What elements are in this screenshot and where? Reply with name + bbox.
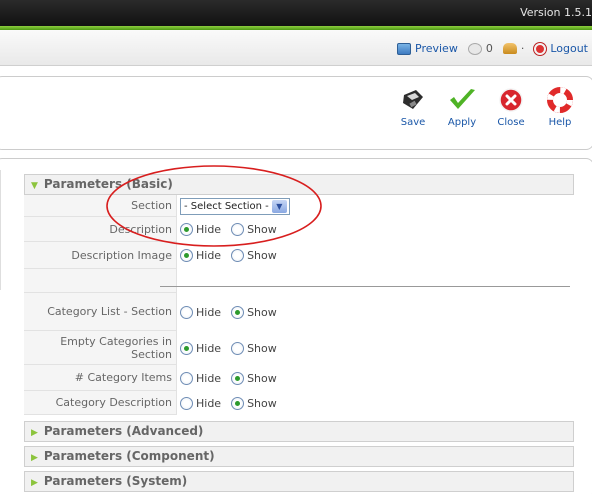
help-button[interactable]: Help [537, 87, 583, 128]
parameters-advanced-title: Parameters (Advanced) [43, 424, 204, 438]
radio-hide-label: Hide [196, 341, 222, 355]
expanded-arrow-icon: ▼ [31, 181, 38, 191]
messages-count: 0 [485, 42, 493, 55]
collapsed-arrow-icon: ▶ [31, 478, 38, 488]
radio-hide-label: Hide [196, 396, 222, 410]
radio-show-label: Show [247, 341, 277, 355]
radio-dot-icon [231, 341, 245, 355]
close-button[interactable]: Close [488, 87, 534, 128]
logout-label: Logout [550, 42, 588, 55]
logout-icon [534, 42, 547, 55]
logout-link[interactable]: Logout [534, 42, 588, 55]
radio-show[interactable]: Show [231, 249, 277, 262]
message-icon [467, 42, 482, 55]
radio-dot-icon [231, 249, 245, 262]
close-icon [499, 88, 523, 112]
help-label: Help [548, 117, 572, 128]
parameters-component-header[interactable]: ▶ Parameters (Component) [24, 446, 574, 467]
radio-show-label: Show [247, 371, 277, 385]
param-label-empty [24, 269, 177, 293]
collapsed-arrow-icon: ▶ [31, 428, 38, 438]
radio-hide[interactable]: Hide [180, 371, 222, 385]
messages-link[interactable]: 0 [467, 42, 493, 55]
radio-show-label: Show [247, 305, 277, 319]
radio-dot-icon [231, 396, 245, 410]
radio-hide[interactable]: Hide [180, 249, 221, 262]
users-count: · [520, 42, 525, 55]
lifebuoy-icon [547, 87, 573, 113]
param-label: # Category Items [24, 365, 177, 391]
radio-hide-label: Hide [196, 371, 222, 385]
param-row-spacer [24, 269, 574, 293]
param-row-category-description: Category Description Hide Show [24, 391, 574, 415]
status-bar: Preview 0 · Logout [0, 30, 592, 66]
version-text: Version 1.5.1 [520, 6, 592, 19]
parameters-system-header[interactable]: ▶ Parameters (System) [24, 471, 574, 492]
radio-hide-label: Hide [196, 305, 222, 319]
radio-show-label: Show [247, 249, 277, 262]
radio-dot-icon [180, 341, 193, 355]
param-label: Empty Categories in Section [24, 331, 177, 365]
preview-icon [397, 42, 411, 55]
top-bar: Version 1.5.1 [0, 0, 592, 26]
save-button[interactable]: Save [390, 87, 436, 128]
radio-show[interactable]: Show [231, 396, 277, 410]
radio-hide[interactable]: Hide [180, 341, 222, 355]
param-row-category-list-section: Category List - Section Hide Show [24, 293, 574, 331]
checkmark-icon [450, 89, 475, 109]
radio-dot-icon [180, 396, 193, 410]
param-label: Category Description [24, 391, 177, 415]
divider-line [160, 286, 570, 287]
radio-dot-icon [180, 249, 193, 262]
radio-dot-icon [180, 371, 193, 385]
radio-dot-icon [231, 305, 245, 319]
radio-dot-icon [180, 305, 193, 319]
collapsed-arrow-icon: ▶ [31, 453, 38, 463]
preview-link[interactable]: Preview [397, 42, 458, 55]
apply-button[interactable]: Apply [439, 87, 485, 128]
save-icon [403, 90, 423, 109]
radio-hide[interactable]: Hide [180, 305, 222, 319]
users-link[interactable]: · [502, 42, 525, 55]
preview-label: Preview [415, 42, 458, 55]
param-row-empty-categories: Empty Categories in Section Hide Show [24, 331, 574, 365]
radio-hide-label: Hide [196, 249, 222, 262]
radio-show[interactable]: Show [231, 371, 277, 385]
param-row-category-items: # Category Items Hide Show [24, 365, 574, 391]
content-divider [0, 170, 1, 290]
param-label: Category List - Section [24, 293, 177, 331]
toolbar-panel: Save Apply Close Help [0, 76, 592, 150]
radio-show[interactable]: Show [231, 305, 277, 319]
users-icon [502, 43, 517, 54]
radio-show-label: Show [247, 396, 277, 410]
close-label: Close [497, 117, 525, 128]
radio-show[interactable]: Show [231, 341, 277, 355]
annotation-ellipse [106, 165, 322, 247]
radio-dot-icon [231, 371, 245, 385]
radio-hide[interactable]: Hide [180, 396, 222, 410]
apply-label: Apply [447, 117, 477, 128]
parameters-advanced-header[interactable]: ▶ Parameters (Advanced) [24, 421, 574, 442]
parameters-system-title: Parameters (System) [43, 474, 188, 488]
save-label: Save [400, 117, 426, 128]
parameters-component-title: Parameters (Component) [43, 449, 215, 463]
